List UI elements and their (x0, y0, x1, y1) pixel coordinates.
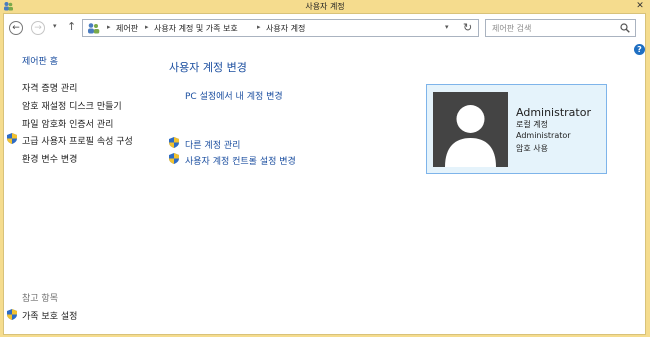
breadcrumb-separator[interactable]: ▸ (257, 23, 261, 31)
up-button[interactable]: ↑ (67, 20, 76, 33)
back-button[interactable]: ← (9, 21, 23, 35)
control-panel-users-icon (88, 23, 100, 34)
refresh-button[interactable]: ↻ (463, 21, 472, 34)
see-also-title: 참고 항목 (22, 294, 58, 304)
breadcrumb-control-panel[interactable]: 제어판 (116, 23, 138, 34)
breadcrumb-separator[interactable]: ▸ (107, 23, 111, 31)
avatar (433, 92, 508, 167)
breadcrumb-user-accounts-family[interactable]: 사용자 계정 및 가족 보호 (154, 23, 238, 34)
search-icon[interactable] (620, 23, 630, 33)
navigation-bar: ← → ▾ ↑ ▸ 제어판 ▸ 사용자 계정 및 가족 보호 ▸ 사용자 계정 … (4, 16, 645, 40)
family-safety-icon (7, 309, 17, 320)
sidebar-item-advanced-profile-properties[interactable]: 고급 사용자 프로필 속성 구성 (22, 134, 133, 147)
sidebar-item-encryption-certificates[interactable]: 파일 암호화 인증서 관리 (22, 117, 113, 130)
sidebar-control-panel-home[interactable]: 제어판 홈 (22, 54, 58, 67)
account-password-status: 암호 사용 (516, 144, 548, 153)
uac-settings-link[interactable]: 사용자 계정 컨트롤 설정 변경 (185, 154, 296, 167)
forward-button[interactable]: → (31, 21, 45, 35)
help-icon[interactable]: ? (634, 44, 645, 55)
account-type: 로컬 계정 (516, 120, 548, 129)
breadcrumb-separator[interactable]: ▸ (145, 23, 149, 31)
sidebar-item-family-safety[interactable]: 가족 보호 설정 (22, 309, 77, 322)
window-title: 사용자 계정 (305, 2, 345, 11)
title-bar: 사용자 계정 ✕ (0, 0, 650, 13)
pc-settings-account-link[interactable]: PC 설정에서 내 계정 변경 (185, 89, 283, 102)
sidebar-item-credential-manager[interactable]: 자격 증명 관리 (22, 81, 77, 94)
address-dropdown[interactable]: ▾ (445, 23, 449, 31)
sidebar-item-environment-variables[interactable]: 환경 변수 변경 (22, 152, 77, 165)
uac-shield-icon (169, 137, 179, 148)
sidebar-item-password-reset-disk[interactable]: 암호 재설정 디스크 만들기 (22, 99, 122, 112)
page-title: 사용자 계정 변경 (169, 61, 247, 74)
search-placeholder: 제어판 검색 (492, 24, 532, 33)
manage-other-accounts-link[interactable]: 다른 계정 관리 (185, 138, 240, 151)
close-icon[interactable]: ✕ (634, 0, 646, 12)
search-input[interactable]: 제어판 검색 (485, 19, 636, 37)
account-card[interactable]: Administrator 로컬 계정 Administrator 암호 사용 (426, 84, 607, 174)
user-silhouette-icon (445, 105, 496, 167)
uac-shield-icon (7, 133, 17, 144)
address-bar[interactable]: ▸ 제어판 ▸ 사용자 계정 및 가족 보호 ▸ 사용자 계정 ▾ ↻ (82, 19, 479, 37)
explorer-window: ← → ▾ ↑ ▸ 제어판 ▸ 사용자 계정 및 가족 보호 ▸ 사용자 계정 … (3, 13, 646, 335)
uac-shield-icon (169, 153, 179, 164)
breadcrumb-user-accounts[interactable]: 사용자 계정 (266, 23, 305, 34)
recent-locations-dropdown[interactable]: ▾ (53, 22, 57, 30)
account-name: Administrator (516, 106, 591, 119)
account-username: Administrator (516, 131, 571, 140)
